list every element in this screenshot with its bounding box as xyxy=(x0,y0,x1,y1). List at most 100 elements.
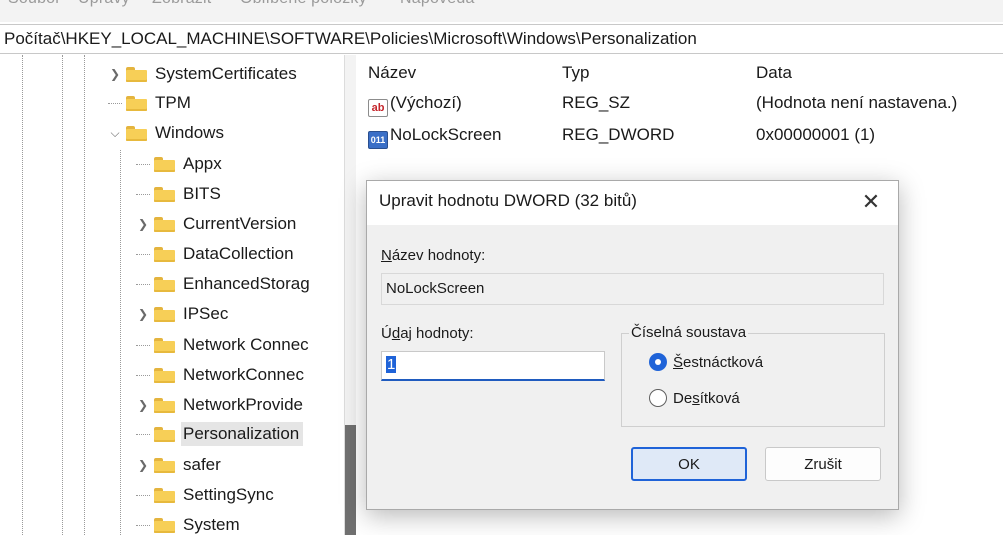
tree-item-label: SystemCertificates xyxy=(155,64,297,83)
folder-icon xyxy=(154,517,175,533)
tree-item-label: safer xyxy=(183,455,221,474)
chevron-right-icon[interactable]: ❯ xyxy=(136,307,150,321)
tree-connector xyxy=(136,283,150,285)
radio-decimal[interactable]: Desítková xyxy=(649,389,740,407)
folder-icon xyxy=(154,216,175,232)
folder-icon xyxy=(154,246,175,262)
value-name-label: Název hodnoty: xyxy=(381,247,486,264)
tree-item-label: Personalization xyxy=(181,422,304,446)
tree-item-personalization[interactable]: Personalization xyxy=(136,419,304,449)
column-header-name[interactable]: Název xyxy=(368,63,416,83)
value-type: REG_DWORD xyxy=(562,125,675,144)
chevron-right-icon[interactable]: ❯ xyxy=(136,398,150,412)
address-path[interactable]: Počítač\HKEY_LOCAL_MACHINE\SOFTWARE\Poli… xyxy=(4,29,697,48)
edit-dword-dialog: Upravit hodnotu DWORD (32 bitů) ✕ Název … xyxy=(366,180,899,510)
tree-scrollbar[interactable] xyxy=(344,55,357,535)
registry-tree: ❯ SystemCertificates TPM ⌵ Windows Appx … xyxy=(0,55,344,535)
folder-icon xyxy=(154,306,175,322)
radio-selected-icon[interactable] xyxy=(649,353,667,371)
tree-item-enhancedstorage[interactable]: EnhancedStorag xyxy=(136,269,314,299)
value-data-text: 1 xyxy=(386,356,397,373)
value-row-default[interactable]: ab (Výchozí) xyxy=(368,93,462,117)
chevron-down-icon[interactable]: ⌵ xyxy=(108,126,122,140)
menu-file[interactable]: Soubor xyxy=(8,0,61,8)
tree-connector xyxy=(136,344,150,346)
folder-icon xyxy=(154,156,175,172)
tree-item-currentversion[interactable]: ❯ CurrentVersion xyxy=(136,209,300,239)
tree-connector xyxy=(136,494,150,496)
value-row-nolockscreen[interactable]: 011 NoLockScreen xyxy=(368,125,502,149)
folder-icon xyxy=(154,457,175,473)
menu-edit[interactable]: Úpravy xyxy=(78,0,130,8)
folder-icon xyxy=(126,95,147,111)
tree-item-bits[interactable]: BITS xyxy=(136,179,225,209)
chevron-right-icon[interactable]: ❯ xyxy=(108,67,122,81)
chevron-right-icon[interactable]: ❯ xyxy=(136,458,150,472)
tree-item-ipsec[interactable]: ❯ IPSec xyxy=(136,299,232,329)
tree-item-label: System xyxy=(183,515,240,534)
column-header-type[interactable]: Typ xyxy=(562,63,589,83)
tree-item-systemcertificates[interactable]: ❯ SystemCertificates xyxy=(108,59,301,89)
tree-item-label: NetworkProvide xyxy=(183,395,303,414)
value-name: NoLockScreen xyxy=(390,125,502,144)
value-data: (Hodnota není nastavena.) xyxy=(756,93,958,112)
tree-item-label: Network Connec xyxy=(183,335,309,354)
tree-guide-line xyxy=(22,55,23,535)
folder-icon xyxy=(154,367,175,383)
value-type: REG_SZ xyxy=(562,93,631,112)
tree-item-label: BITS xyxy=(183,184,221,203)
tree-connector xyxy=(136,524,150,526)
tree-guide-line xyxy=(120,150,121,535)
tree-connector xyxy=(136,253,150,255)
binary-value-icon: 011 xyxy=(368,131,388,149)
tree-item-label: DataCollection xyxy=(183,244,294,263)
tree-item-settingsync[interactable]: SettingSync xyxy=(136,480,278,510)
tree-item-tpm[interactable]: TPM xyxy=(108,88,195,118)
tree-item-datacollection[interactable]: DataCollection xyxy=(136,239,298,269)
tree-connector xyxy=(136,193,150,195)
folder-icon xyxy=(126,125,147,141)
value-data-input[interactable]: 1 xyxy=(381,351,605,381)
base-legend: Číselná soustava xyxy=(629,324,749,341)
tree-item-windows[interactable]: ⌵ Windows xyxy=(108,118,228,148)
menu-favorites[interactable]: Oblíbené položky xyxy=(240,0,367,8)
tree-connector xyxy=(136,433,150,435)
tree-item-safer[interactable]: ❯ safer xyxy=(136,450,225,480)
tree-item-system[interactable]: System xyxy=(136,510,244,535)
folder-icon xyxy=(154,397,175,413)
menu-view[interactable]: Zobrazit xyxy=(152,0,211,8)
close-icon[interactable]: ✕ xyxy=(856,187,886,217)
radio-hexadecimal[interactable]: Šestnáctková xyxy=(649,353,763,371)
dialog-body: Název hodnoty: NoLockScreen Údaj hodnoty… xyxy=(367,225,898,509)
folder-icon xyxy=(126,66,147,82)
tree-item-network-connections[interactable]: Network Connec xyxy=(136,330,313,360)
value-name-field: NoLockScreen xyxy=(381,273,884,305)
tree-item-networkconnectivity[interactable]: NetworkConnec xyxy=(136,360,308,390)
menu-bar: Soubor Úpravy Zobrazit Oblíbené položky … xyxy=(0,0,1003,22)
column-header-data[interactable]: Data xyxy=(756,63,792,83)
tree-item-appx[interactable]: Appx xyxy=(136,149,226,179)
tree-connector xyxy=(108,102,122,104)
folder-icon xyxy=(154,276,175,292)
radio-unselected-icon[interactable] xyxy=(649,389,667,407)
tree-item-label: Windows xyxy=(155,123,224,142)
base-groupbox xyxy=(621,333,885,427)
folder-icon xyxy=(154,487,175,503)
value-data-label: Údaj hodnoty: xyxy=(381,325,474,342)
cancel-button[interactable]: Zrušit xyxy=(765,447,881,481)
radio-decimal-label: Desítková xyxy=(673,389,740,407)
chevron-right-icon[interactable]: ❯ xyxy=(136,217,150,231)
tree-item-label: EnhancedStorag xyxy=(183,274,310,293)
folder-icon xyxy=(154,186,175,202)
ok-button[interactable]: OK xyxy=(631,447,747,481)
folder-icon xyxy=(154,337,175,353)
menu-help[interactable]: Nápověda xyxy=(400,0,475,8)
folder-icon xyxy=(154,426,175,442)
address-bar[interactable]: Počítač\HKEY_LOCAL_MACHINE\SOFTWARE\Poli… xyxy=(0,24,1003,54)
tree-item-label: CurrentVersion xyxy=(183,214,297,233)
tree-connector xyxy=(136,163,150,165)
tree-guide-line xyxy=(84,55,85,535)
tree-item-networkprovider[interactable]: ❯ NetworkProvide xyxy=(136,390,307,420)
value-data: 0x00000001 (1) xyxy=(756,125,876,144)
tree-item-label: SettingSync xyxy=(183,485,274,504)
